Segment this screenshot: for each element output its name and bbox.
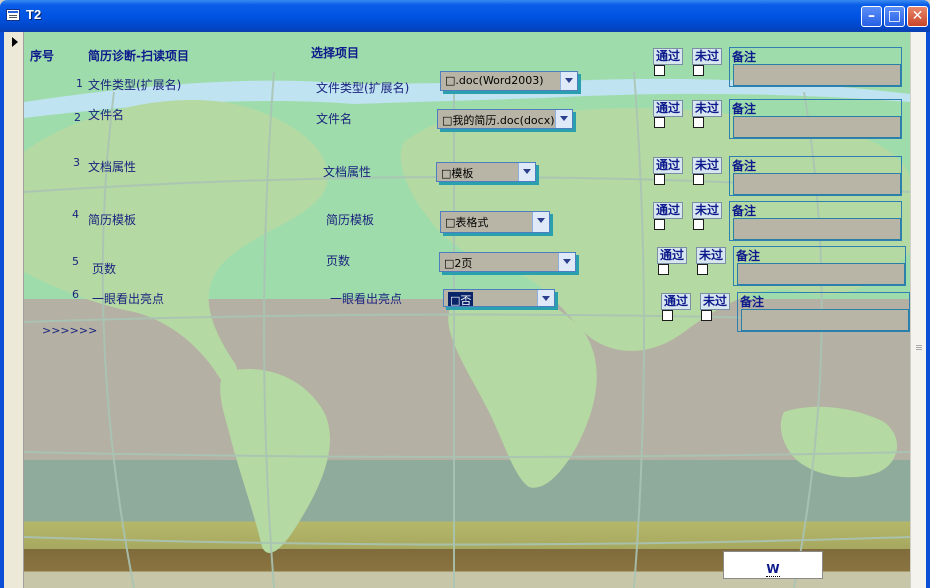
maximize-icon: □ xyxy=(887,8,902,24)
pass-label: 通过 xyxy=(653,100,684,117)
note-label: 备注 xyxy=(736,249,761,263)
minimize-button[interactable]: – xyxy=(861,6,882,27)
close-icon: ✕ xyxy=(911,8,924,24)
dropdown-arrow-icon[interactable] xyxy=(558,253,575,271)
next-page-link[interactable]: >>>>>> xyxy=(42,324,97,337)
row-number: 4 xyxy=(72,208,79,221)
diagnosis-header: 简历诊断-扫读项目 xyxy=(88,49,189,63)
item-label: 文件名 xyxy=(88,108,125,122)
note-label: 备注 xyxy=(732,102,757,116)
dropdown-arrow-icon[interactable] xyxy=(537,290,554,306)
current-record-arrow-icon xyxy=(12,37,18,47)
note-label: 备注 xyxy=(732,159,757,173)
row-number: 5 xyxy=(72,255,79,268)
record-selector[interactable] xyxy=(4,32,24,588)
note-field[interactable] xyxy=(733,64,901,86)
row-number: 1 xyxy=(76,77,83,90)
pass-label: 通过 xyxy=(661,293,692,310)
minimize-icon: – xyxy=(868,8,875,24)
maximize-button[interactable]: □ xyxy=(884,6,905,27)
americas-north-landmass xyxy=(24,100,328,384)
pass-label: 通过 xyxy=(657,247,688,264)
select-label: 页数 xyxy=(326,254,351,268)
select-label: 文件类型(扩展名) xyxy=(316,81,410,95)
form-body: 序号 简历诊断-扫读项目 选择项目 1 文件类型(扩展名) 文件类型(扩展名) … xyxy=(24,32,910,588)
form-icon xyxy=(6,9,20,21)
item-label: 页数 xyxy=(92,262,117,276)
scroll-grip-icon xyxy=(916,345,922,346)
value-combo[interactable]: □表格式 xyxy=(440,211,550,233)
window-title: T2 xyxy=(26,7,42,22)
fail-label: 未过 xyxy=(692,202,723,219)
note-field[interactable] xyxy=(737,263,905,285)
note-label: 备注 xyxy=(732,50,757,64)
pass-checkbox[interactable] xyxy=(662,310,673,321)
note-field[interactable] xyxy=(733,116,901,138)
dropdown-arrow-icon[interactable] xyxy=(555,110,572,128)
note-field[interactable] xyxy=(733,218,901,240)
value-combo[interactable]: □2页 xyxy=(439,252,576,272)
value-combo[interactable]: □.doc(Word2003) xyxy=(440,71,578,91)
value-combo[interactable]: □否 xyxy=(443,289,555,307)
fail-checkbox[interactable] xyxy=(697,264,708,275)
vertical-scrollbar[interactable] xyxy=(910,32,926,588)
fail-label: 未过 xyxy=(692,48,723,65)
combo-value: □模板 xyxy=(441,167,474,180)
fail-label: 未过 xyxy=(692,100,723,117)
americas-south-landmass xyxy=(220,368,330,553)
item-label: 文档属性 xyxy=(88,160,137,174)
item-label: 一眼看出亮点 xyxy=(92,292,165,306)
australia-landmass xyxy=(780,406,898,478)
fail-checkbox[interactable] xyxy=(693,117,704,128)
select-label: 一眼看出亮点 xyxy=(330,292,403,306)
note-field[interactable] xyxy=(733,173,901,195)
combo-value: □2页 xyxy=(444,257,473,270)
fail-label: 未过 xyxy=(692,157,723,174)
item-label: 文件类型(扩展名) xyxy=(88,78,182,92)
note-label: 备注 xyxy=(740,295,765,309)
w-button[interactable]: W xyxy=(723,551,823,579)
item-label: 简历模板 xyxy=(88,213,137,227)
note-field[interactable] xyxy=(741,309,909,331)
sequence-header: 序号 xyxy=(30,49,55,63)
value-combo[interactable]: □模板 xyxy=(436,162,536,182)
fail-label: 未过 xyxy=(696,247,727,264)
combo-value: □我的简历.doc(docx) xyxy=(442,114,555,127)
title-bar: T2 – □ ✕ xyxy=(0,0,930,32)
value-combo[interactable]: □我的简历.doc(docx) xyxy=(437,109,573,129)
select-label: 文档属性 xyxy=(323,165,372,179)
combo-value: □表格式 xyxy=(445,216,489,229)
w-button-label: W xyxy=(766,562,780,577)
row-number: 3 xyxy=(73,156,80,169)
fail-checkbox[interactable] xyxy=(693,174,704,185)
row-number: 2 xyxy=(74,111,81,124)
pass-checkbox[interactable] xyxy=(654,65,665,76)
dropdown-arrow-icon[interactable] xyxy=(518,163,535,181)
pass-checkbox[interactable] xyxy=(654,219,665,230)
pass-label: 通过 xyxy=(653,48,684,65)
pass-label: 通过 xyxy=(653,157,684,174)
row-number: 6 xyxy=(72,288,79,301)
fail-checkbox[interactable] xyxy=(693,65,704,76)
window-border-right xyxy=(926,32,930,588)
dropdown-arrow-icon[interactable] xyxy=(532,212,549,232)
pass-label: 通过 xyxy=(653,202,684,219)
pass-checkbox[interactable] xyxy=(654,117,665,128)
fail-label: 未过 xyxy=(700,293,731,310)
select-header: 选择项目 xyxy=(311,46,360,60)
note-label: 备注 xyxy=(732,204,757,218)
combo-value: □否 xyxy=(448,292,474,307)
fail-checkbox[interactable] xyxy=(693,219,704,230)
pass-checkbox[interactable] xyxy=(654,174,665,185)
fail-checkbox[interactable] xyxy=(701,310,712,321)
close-button[interactable]: ✕ xyxy=(907,6,928,27)
dropdown-arrow-icon[interactable] xyxy=(560,72,577,90)
combo-value: □.doc(Word2003) xyxy=(445,74,544,87)
select-label: 简历模板 xyxy=(326,213,375,227)
select-label: 文件名 xyxy=(316,112,353,126)
pass-checkbox[interactable] xyxy=(658,264,669,275)
